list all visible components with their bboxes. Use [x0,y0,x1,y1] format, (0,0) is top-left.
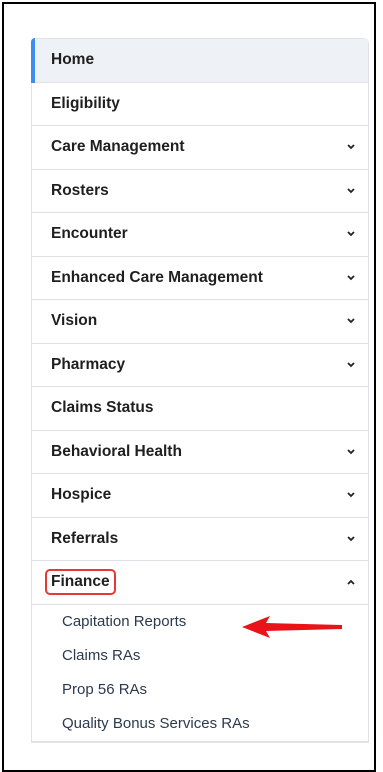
chevron-up-icon [346,577,356,587]
chevron-down-icon [346,534,356,544]
subnav-item-label: Prop 56 RAs [62,681,148,698]
chevron-down-icon [346,447,356,457]
nav-item-label: Pharmacy [51,355,126,373]
nav-item-finance[interactable]: Finance [32,561,368,605]
nav-item-vision[interactable]: Vision [32,300,368,344]
chevron-down-icon [346,360,356,370]
nav-item-behavioral-health[interactable]: Behavioral Health [32,431,368,474]
nav-item-label: Behavioral Health [51,442,182,460]
chevron-down-icon [346,229,356,239]
nav-item-home[interactable]: Home [31,38,368,83]
nav-item-label: Finance [51,573,110,591]
subnav-item-label: Quality Bonus Services RAs [62,715,250,732]
nav-item-label: Home [51,51,95,69]
nav-item-label: Referrals [51,529,119,547]
nav-item-hospice[interactable]: Hospice [32,474,368,518]
chevron-down-icon [346,490,356,500]
nav-item-label: Eligibility [51,94,120,112]
chevron-down-icon [346,186,356,196]
subnav-item-prop-56-ras[interactable]: Prop 56 RAs [32,673,368,707]
subnav-item-label: Claims RAs [62,647,141,664]
red-arrow-icon [242,616,342,638]
nav-item-label: Hospice [51,486,112,504]
chevron-down-icon [346,273,356,283]
nav-item-label: Vision [51,312,98,330]
nav-item-rosters[interactable]: Rosters [32,170,368,213]
nav-item-eligibility[interactable]: Eligibility [32,83,368,126]
nav-item-label: Rosters [51,181,109,199]
chevron-down-icon [346,142,356,152]
nav-item-enhanced-care-management[interactable]: Enhanced Care Management [32,257,368,300]
finance-highlight-box: Finance [45,569,116,596]
chevron-down-icon [346,316,356,326]
nav-item-label: Care Management [51,138,185,156]
nav-item-claims-status[interactable]: Claims Status [32,387,368,431]
nav-item-care-management[interactable]: Care Management [32,126,368,170]
subnav-item-claims-ras[interactable]: Claims RAs [32,639,368,673]
nav-item-referrals[interactable]: Referrals [32,518,368,561]
nav-item-label: Claims Status [51,399,154,417]
subnav-item-quality-bonus-services-ras[interactable]: Quality Bonus Services RAs [32,707,368,742]
nav-item-pharmacy[interactable]: Pharmacy [32,344,368,387]
subnav-item-label: Capitation Reports [62,613,187,630]
nav-item-label: Enhanced Care Management [51,268,263,286]
nav-item-encounter[interactable]: Encounter [32,213,368,257]
nav-item-label: Encounter [51,225,128,243]
